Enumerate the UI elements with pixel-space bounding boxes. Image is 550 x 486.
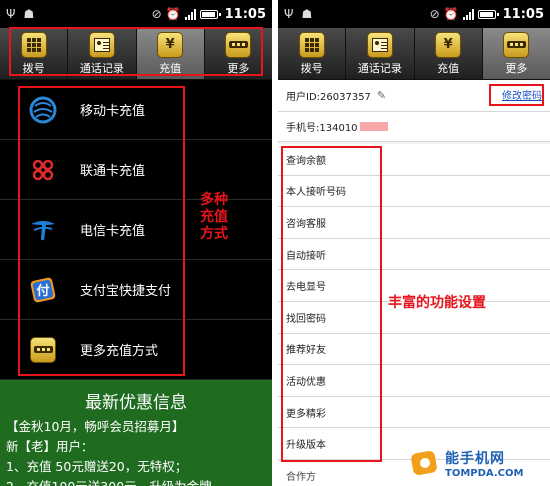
alarm-icon: ⏰ bbox=[165, 7, 181, 21]
promo-panel: 最新优惠信息 【金秋10月，畅呼会员招募月】 新【老】用户： 1、充值 50元赠… bbox=[0, 380, 272, 486]
tab-recharge[interactable]: ¥ 充值 bbox=[415, 28, 483, 79]
feature-more-highlights[interactable]: 更多精彩 bbox=[278, 396, 550, 429]
recharge-option-china-mobile[interactable]: 移动卡充值 bbox=[0, 80, 272, 140]
dialpad-icon bbox=[298, 31, 325, 58]
china-unicom-icon bbox=[28, 155, 58, 185]
promo-line: 新【老】用户： bbox=[6, 439, 94, 454]
tab-label: 更多 bbox=[227, 61, 250, 75]
tab-call-log[interactable]: 通话记录 bbox=[68, 28, 137, 79]
feature-answer-number[interactable]: 本人接听号码 bbox=[278, 175, 550, 208]
recharge-icon: ¥ bbox=[157, 31, 184, 58]
tab-label: 拨号 bbox=[300, 61, 323, 75]
battery-icon bbox=[477, 9, 499, 19]
status-bar: Ψ ☗ ⊘ ⏰ 11:05 bbox=[278, 0, 550, 28]
recharge-option-alipay[interactable]: 付 支付宝快捷支付 bbox=[0, 260, 272, 320]
promo-line: 1、充值 50元赠送20，无特权； bbox=[6, 459, 188, 474]
recharge-option-china-unicom[interactable]: 联通卡充值 bbox=[0, 140, 272, 200]
promo-title: 最新优惠信息 bbox=[85, 393, 187, 413]
signal-icon bbox=[462, 8, 474, 20]
more-icon bbox=[503, 31, 530, 58]
tab-dial[interactable]: 拨号 bbox=[278, 28, 347, 79]
tab-label: 拨号 bbox=[22, 61, 45, 75]
signal-icon bbox=[184, 8, 196, 20]
redacted-phone-mask bbox=[359, 122, 388, 131]
tab-label: 充值 bbox=[437, 61, 460, 75]
pin-icon: ✎ bbox=[376, 89, 387, 102]
tab-more[interactable]: 更多 bbox=[205, 28, 272, 79]
promo-line: 【金秋10月，畅呼会员招募月】 bbox=[6, 419, 185, 434]
status-bar: Ψ ☗ ⊘ ⏰ 11:05 bbox=[0, 0, 272, 28]
watermark-cn: 能手机网 bbox=[445, 450, 505, 467]
feature-recommend-friends[interactable]: 推荐好友 bbox=[278, 333, 550, 366]
tab-label: 更多 bbox=[505, 61, 528, 75]
watermark: 能手机网 TOMPDA.COM bbox=[410, 440, 550, 486]
contact-card-icon bbox=[366, 31, 393, 58]
tab-bar: 拨号 通话记录 ¥ 充值 更多 bbox=[0, 28, 272, 80]
feature-promotions[interactable]: 活动优惠 bbox=[278, 365, 550, 397]
more-icon bbox=[28, 335, 58, 365]
recharge-option-label: 支付宝快捷支付 bbox=[80, 284, 172, 299]
feature-auto-answer[interactable]: 自动接听 bbox=[278, 238, 550, 271]
vibrate-icon: ⊘ bbox=[151, 7, 162, 21]
phone-number-text: 手机号:134010 bbox=[286, 123, 358, 134]
more-icon bbox=[225, 31, 252, 58]
promo-line: 2、充值100元送300元，升级为金牌 bbox=[6, 477, 266, 486]
watermark-en: TOMPDA.COM bbox=[445, 467, 524, 479]
recharge-option-china-telecom[interactable]: 电信卡充值 bbox=[0, 200, 272, 260]
feature-settings-list: 查询余额 本人接听号码 咨询客服 自动接听 去电显号 找回密码 推荐好友 活动优… bbox=[278, 144, 550, 486]
china-mobile-icon bbox=[28, 95, 58, 125]
recharge-option-label: 联通卡充值 bbox=[80, 164, 146, 179]
recharge-option-more[interactable]: 更多充值方式 bbox=[0, 320, 272, 380]
battery-icon bbox=[199, 9, 221, 19]
tab-recharge[interactable]: ¥ 充值 bbox=[136, 28, 205, 79]
tompda-logo-icon bbox=[410, 448, 440, 478]
contact-card-icon bbox=[88, 31, 115, 58]
android-icon: ☗ bbox=[23, 7, 35, 21]
left-phone-screen: Ψ ☗ ⊘ ⏰ 11:05 拨号 通话记录 ¥ 充值 更多 移动卡充值 联通卡充… bbox=[0, 0, 272, 486]
usb-icon: Ψ bbox=[284, 7, 294, 21]
recharge-option-label: 更多充值方式 bbox=[80, 344, 159, 359]
svg-text:付: 付 bbox=[36, 283, 49, 299]
dialpad-icon bbox=[20, 31, 47, 58]
alarm-icon: ⏰ bbox=[443, 7, 459, 21]
user-id-row: 用户ID:26037357 ✎ 修改密码 bbox=[278, 80, 550, 112]
user-id-text: 用户ID:26037357 bbox=[286, 92, 371, 103]
clock: 11:05 bbox=[224, 6, 266, 22]
tab-dial[interactable]: 拨号 bbox=[0, 28, 69, 79]
tab-bar: 拨号 通话记录 ¥ 充值 更多 bbox=[278, 28, 550, 80]
tab-more[interactable]: 更多 bbox=[482, 28, 550, 79]
vibrate-icon: ⊘ bbox=[429, 7, 440, 21]
right-phone-screen: Ψ ☗ ⊘ ⏰ 11:05 拨号 通话记录 ¥ 充值 更多 用户ID:26037… bbox=[278, 0, 550, 486]
clock: 11:05 bbox=[502, 6, 544, 22]
recharge-options-list: 移动卡充值 联通卡充值 电信卡充值 付 支付宝快捷支付 更多充值方式 bbox=[0, 80, 272, 380]
tab-call-log[interactable]: 通话记录 bbox=[346, 28, 415, 79]
phone-number-row: 手机号:134010 bbox=[278, 112, 550, 142]
annotation-feature-settings: 丰富的功能设置 bbox=[388, 295, 486, 311]
tab-label: 通话记录 bbox=[357, 61, 402, 75]
recharge-option-label: 移动卡充值 bbox=[80, 104, 146, 119]
screenshot-canvas: Ψ ☗ ⊘ ⏰ 11:05 拨号 通话记录 ¥ 充值 更多 移动卡充值 联通卡充… bbox=[0, 0, 550, 486]
feature-check-balance[interactable]: 查询余额 bbox=[278, 144, 550, 176]
feature-customer-service[interactable]: 咨询客服 bbox=[278, 207, 550, 239]
alipay-icon: 付 bbox=[28, 275, 58, 305]
android-icon: ☗ bbox=[301, 7, 313, 21]
annotation-recharge-methods: 多种充值方式 bbox=[200, 192, 228, 242]
tab-label: 通话记录 bbox=[79, 61, 124, 75]
china-telecom-icon bbox=[28, 215, 58, 245]
recharge-icon: ¥ bbox=[435, 31, 462, 58]
tab-label: 充值 bbox=[159, 61, 182, 75]
change-password-link[interactable]: 修改密码 bbox=[502, 87, 542, 102]
usb-icon: Ψ bbox=[6, 7, 16, 21]
recharge-option-label: 电信卡充值 bbox=[80, 224, 146, 239]
